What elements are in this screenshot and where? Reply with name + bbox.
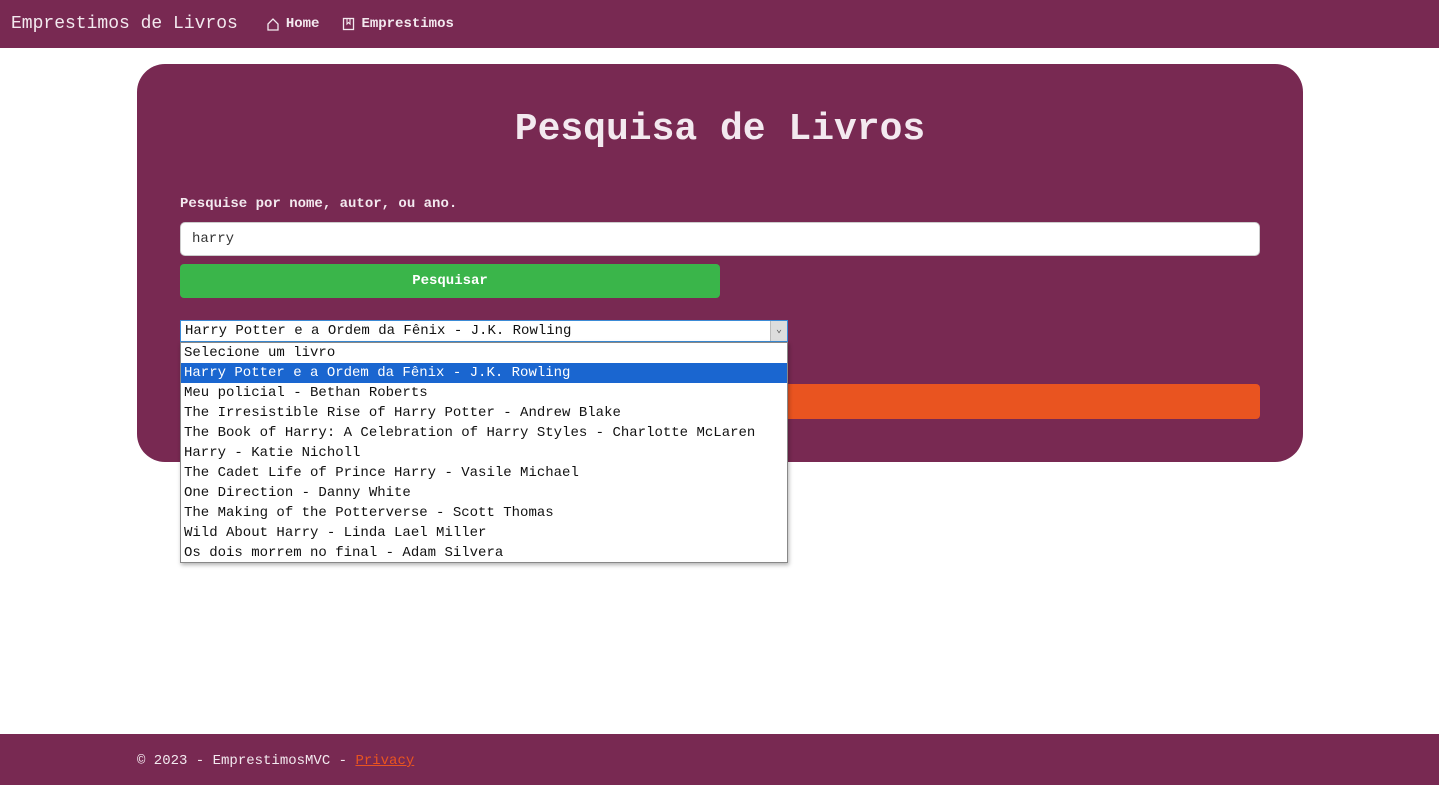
book-option[interactable]: Meu policial - Bethan Roberts (181, 383, 787, 403)
book-select-value: Harry Potter e a Ordem da Fênix - J.K. R… (185, 323, 572, 339)
nav-home[interactable]: Home (266, 16, 320, 32)
book-option[interactable]: Selecione um livro (181, 343, 787, 363)
book-icon (343, 17, 355, 31)
search-button[interactable]: Pesquisar (180, 264, 720, 298)
book-option[interactable]: The Cadet Life of Prince Harry - Vasile … (181, 463, 787, 483)
page-title: Pesquisa de Livros (514, 108, 926, 151)
brand-link[interactable]: Emprestimos de Livros (11, 14, 238, 34)
nav-home-label: Home (285, 16, 320, 32)
nav-emprestimos-label: Emprestimos (361, 16, 454, 32)
search-input[interactable] (180, 222, 1260, 256)
book-option[interactable]: The Book of Harry: A Celebration of Harr… (181, 423, 787, 443)
privacy-link[interactable]: Privacy (355, 753, 414, 769)
nav-emprestimos[interactable]: Emprestimos (341, 16, 454, 32)
book-option[interactable]: The Irresistible Rise of Harry Potter - … (181, 403, 787, 423)
book-options-list[interactable]: Selecione um livro Harry Potter e a Ordem… (180, 342, 788, 563)
book-option[interactable]: Os dois morrem no final - Adam Silvera (181, 543, 787, 563)
search-label: Pesquise por nome, autor, ou ano. (180, 196, 458, 212)
footer-copyright: © 2023 - EmprestimosMVC - (137, 753, 356, 769)
book-option[interactable]: The Making of the Potterverse - Scott Th… (181, 503, 787, 523)
book-option[interactable]: One Direction - Danny White (181, 483, 787, 503)
navbar: Emprestimos de Livros Home Emprestimos (0, 0, 1439, 48)
home-icon (267, 18, 279, 31)
book-select[interactable]: Harry Potter e a Ordem da Fênix - J.K. R… (180, 320, 788, 342)
footer: © 2023 - EmprestimosMVC - Privacy (0, 734, 1439, 785)
book-option[interactable]: Wild About Harry - Linda Lael Miller (181, 523, 787, 543)
chevron-down-icon[interactable]: ⌄ (770, 321, 787, 341)
book-option[interactable]: Harry - Katie Nicholl (181, 443, 787, 463)
book-option[interactable]: Harry Potter e a Ordem da Fênix - J.K. R… (181, 363, 787, 383)
